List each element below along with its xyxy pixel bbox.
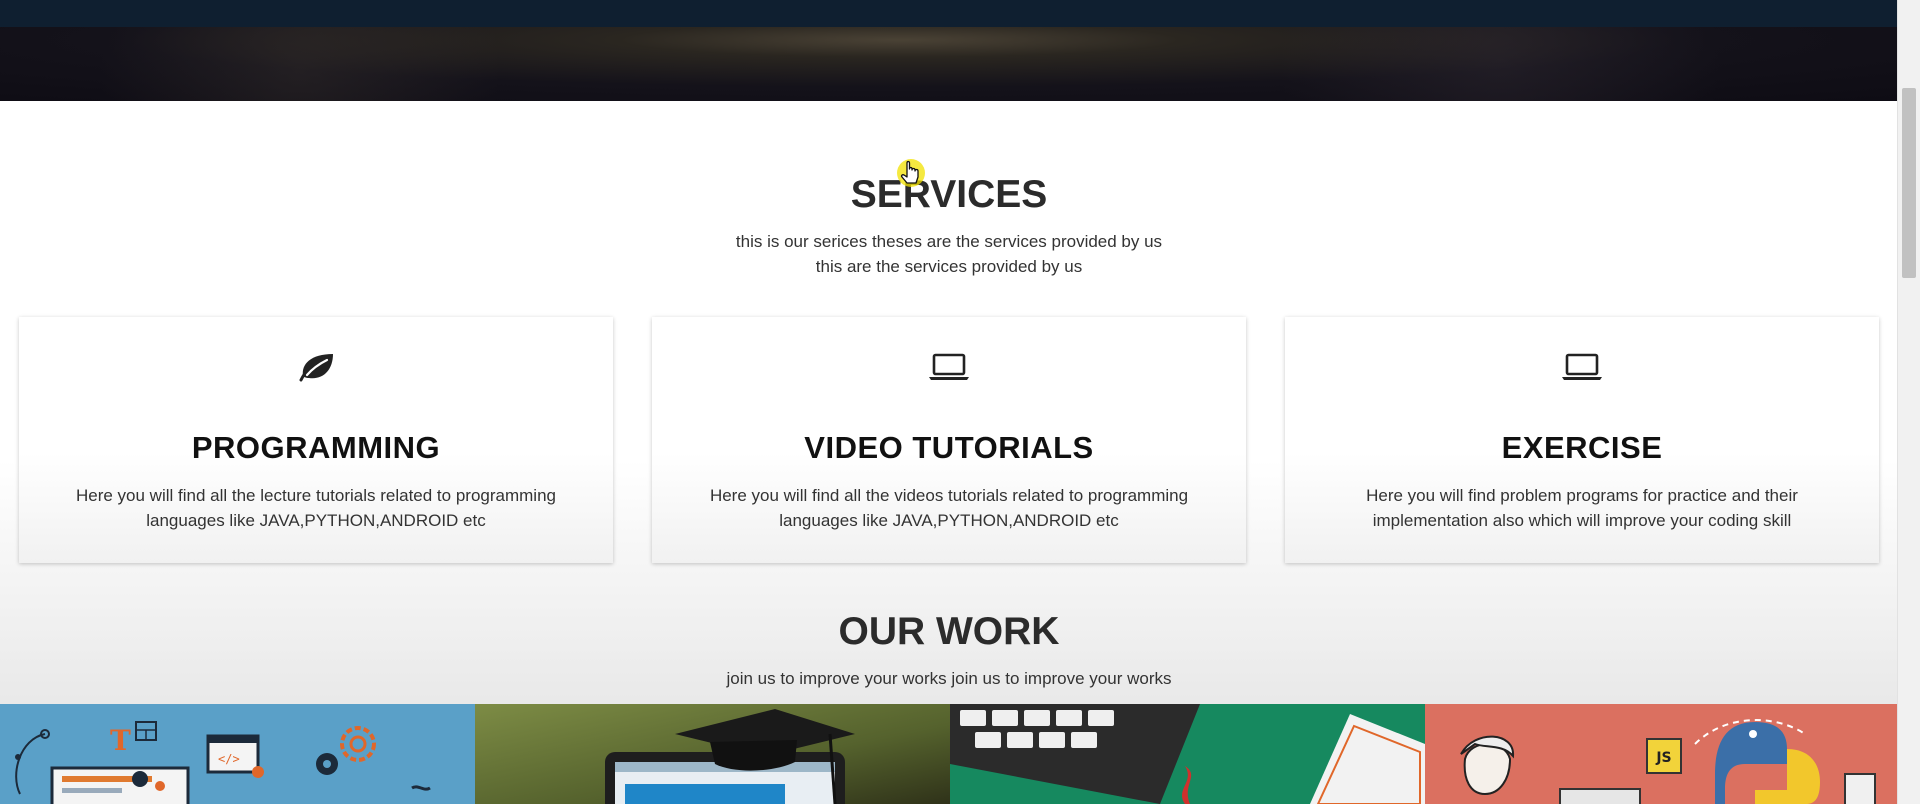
work-tile-graduation[interactable] — [475, 704, 950, 804]
scrollbar-thumb[interactable] — [1902, 88, 1916, 278]
page: SERVICES this is our serices theses are … — [0, 0, 1920, 804]
laptop-icon — [652, 347, 1246, 387]
service-card-description: Here you will find all the videos tutori… — [709, 486, 1189, 530]
service-card-title: PROGRAMMING — [191, 430, 441, 465]
service-card-title: VIDEO TUTORIALS — [804, 430, 1094, 465]
services-title: SERVICES — [850, 173, 1048, 216]
services-subtitle-line-1: this is our serices theses are the servi… — [735, 232, 1163, 251]
service-card-video-tutorials[interactable]: VIDEO TUTORIALS Here you will find all t… — [652, 317, 1246, 563]
mouse-cursor — [894, 156, 928, 190]
service-card-programming[interactable]: PROGRAMMING Here you will find all the l… — [19, 317, 613, 563]
service-card-title: EXERCISE — [1501, 430, 1663, 465]
top-navbar — [0, 0, 1898, 27]
svg-text:</>: </> — [218, 752, 240, 766]
leaf-icon — [19, 347, 613, 387]
laptop-icon — [1285, 347, 1879, 387]
services-subtitle-line-2: this are the services provided by us — [815, 257, 1083, 276]
service-card-description: Here you will find problem programs for … — [1366, 486, 1798, 530]
service-card-exercise[interactable]: EXERCISE Here you will find problem prog… — [1285, 317, 1879, 563]
our-work-subtitle: join us to improve your works join us to… — [726, 669, 1172, 688]
services-cards: PROGRAMMING Here you will find all the l… — [19, 317, 1881, 563]
js-badge: JS — [1655, 750, 1671, 766]
work-tile-java[interactable] — [950, 704, 1425, 804]
work-tile-python-js[interactable]: JS — [1425, 704, 1900, 804]
our-work-gallery: T </> JS — [0, 704, 1900, 804]
svg-text:T: T — [110, 724, 131, 757]
vertical-scrollbar[interactable] — [1897, 0, 1920, 804]
service-card-description: Here you will find all the lecture tutor… — [75, 486, 556, 530]
work-tile-web-design[interactable]: T </> — [0, 704, 475, 804]
our-work-title: OUR WORK — [838, 610, 1060, 653]
